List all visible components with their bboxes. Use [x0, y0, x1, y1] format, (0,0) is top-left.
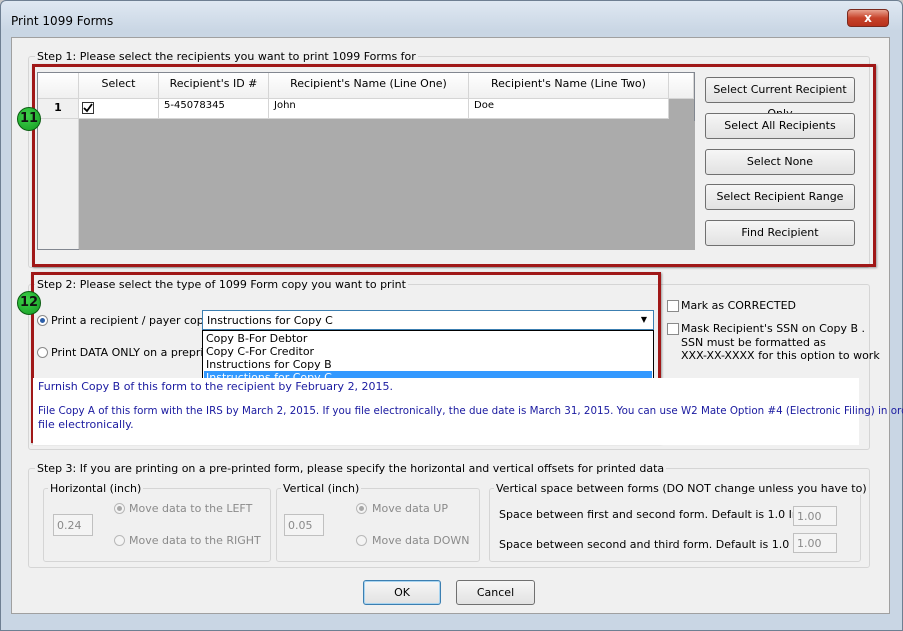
space-first-input[interactable]: 1.00 [793, 506, 837, 526]
copy-type-select[interactable]: Instructions for Copy C ▼ [202, 310, 654, 330]
select-current-recipient-button[interactable]: Select Current Recipient Only [705, 77, 855, 120]
copy-type-value: Instructions for Copy C [207, 314, 333, 327]
grid-header-filler [669, 73, 694, 99]
space-second-label: Space between second and third form. Def… [499, 538, 816, 551]
filing-info-text: Furnish Copy B of this form to the recip… [33, 378, 903, 445]
step1-label: Step 1: Please select the recipients you… [35, 50, 418, 63]
mark-corrected-checkbox[interactable] [667, 300, 679, 312]
row-number: 1 [38, 99, 79, 119]
grid-empty-area [79, 121, 695, 250]
mask-ssn-label: Mask Recipient's SSN on Copy B . [681, 322, 866, 335]
radio-move-right[interactable] [114, 535, 125, 546]
move-down-label: Move data DOWN [372, 534, 470, 547]
col-name2-header[interactable]: Recipient's Name (Line Two) [469, 73, 669, 99]
radio-recipient-payer-label: Print a recipient / payer copy: [51, 314, 214, 327]
move-right-label: Move data to the RIGHT [129, 534, 261, 547]
info-line-3: file electronically. [38, 418, 134, 431]
recipient-name2-cell[interactable]: Doe [469, 99, 669, 119]
select-recipient-range-button[interactable]: Select Recipient Range [705, 184, 855, 210]
col-name1-header[interactable]: Recipient's Name (Line One) [269, 73, 469, 99]
ok-button[interactable]: OK [363, 580, 441, 605]
select-cell[interactable] [79, 99, 159, 119]
move-left-label: Move data to the LEFT [129, 502, 253, 515]
close-button[interactable]: x [847, 9, 889, 27]
horizontal-offset-input[interactable]: 0.24 [53, 514, 93, 536]
space-first-label: Space between first and second form. Def… [499, 508, 812, 521]
vertical-offset-input[interactable]: 0.05 [284, 514, 324, 536]
recipients-grid[interactable]: Select Recipient's ID # Recipient's Name… [37, 72, 695, 250]
select-checkbox[interactable] [82, 102, 94, 114]
space-second-input[interactable]: 1.00 [793, 533, 837, 553]
callout-badge-11: 11 [17, 107, 41, 131]
copy-type-dropdown-list: Copy B-For Debtor Copy C-For Creditor In… [202, 330, 654, 384]
window-title: Print 1099 Forms [11, 14, 114, 28]
mark-corrected-label: Mark as CORRECTED [681, 299, 796, 312]
cancel-button[interactable]: Cancel [456, 580, 535, 605]
title-bar: Print 1099 Forms x [1, 1, 902, 31]
mask-ssn-note-line2: SSN must be formatted as [681, 336, 826, 349]
dropdown-option[interactable]: Instructions for Copy B [204, 358, 652, 371]
callout-badge-12: 12 [17, 291, 41, 315]
recipient-name1-cell[interactable]: John [269, 99, 469, 119]
grid-corner [38, 73, 79, 99]
checkmark-icon [83, 103, 93, 113]
radio-data-only[interactable] [37, 347, 48, 358]
move-up-label: Move data UP [372, 502, 448, 515]
step3-label: Step 3: If you are printing on a pre-pri… [35, 462, 667, 475]
col-select-header[interactable]: Select [79, 73, 159, 99]
vertical-space-label: Vertical space between forms (DO NOT cha… [494, 482, 869, 495]
vertical-offset-label: Vertical (inch) [281, 482, 362, 495]
col-id-header[interactable]: Recipient's ID # [159, 73, 269, 99]
info-line-1: Furnish Copy B of this form to the recip… [38, 380, 394, 393]
dropdown-option[interactable]: Copy C-For Creditor [204, 345, 652, 358]
info-line-2: File Copy A of this form with the IRS by… [38, 405, 903, 417]
mask-ssn-note-line3: XXX-XX-XXXX for this option to work [681, 349, 880, 362]
radio-move-left[interactable] [114, 503, 125, 514]
horizontal-offset-label: Horizontal (inch) [48, 482, 144, 495]
dropdown-option[interactable]: Copy B-For Debtor [204, 332, 652, 345]
mask-ssn-checkbox[interactable] [667, 323, 679, 335]
radio-recipient-payer-copy[interactable] [37, 315, 48, 326]
radio-move-up[interactable] [356, 503, 367, 514]
select-none-button[interactable]: Select None [705, 149, 855, 175]
find-recipient-button[interactable]: Find Recipient [705, 220, 855, 246]
chevron-down-icon[interactable]: ▼ [637, 313, 651, 327]
select-all-recipients-button[interactable]: Select All Recipients [705, 113, 855, 139]
recipient-id-cell[interactable]: 5-45078345 [159, 99, 269, 119]
radio-move-down[interactable] [356, 535, 367, 546]
